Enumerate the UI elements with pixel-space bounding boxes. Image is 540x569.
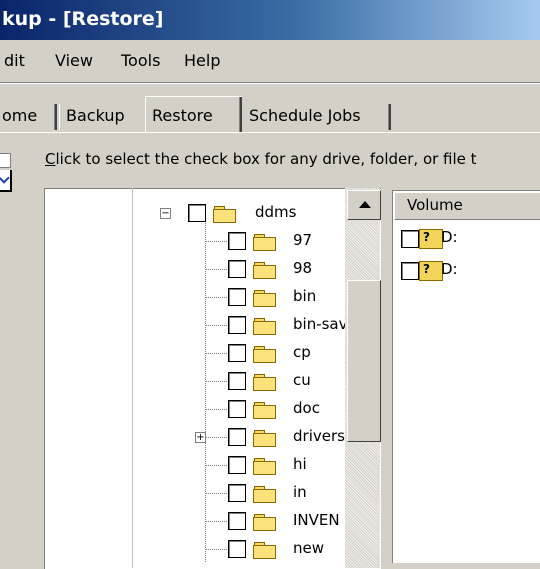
tree-item-checkbox[interactable] [228, 372, 246, 390]
tree-item-checkbox[interactable] [228, 288, 246, 306]
folder-icon [253, 542, 276, 559]
tree-item[interactable]: doc [205, 395, 345, 423]
tree-item-checkbox[interactable] [228, 512, 246, 530]
folder-icon [253, 346, 276, 363]
tree-item-checkbox[interactable] [228, 260, 246, 278]
tree-item-label: ddms [255, 203, 297, 221]
tree-rows: − ddms 97 98 bin bin-sav cp cu doc + dri… [0, 0, 345, 562]
tree-item-checkbox[interactable] [228, 232, 246, 250]
tree-guide [205, 437, 227, 438]
tree-item[interactable]: cp [205, 339, 345, 367]
folder-icon [253, 486, 276, 503]
tree-item[interactable]: bin-sav [205, 311, 345, 339]
folder-icon [253, 262, 276, 279]
tree-item[interactable]: cu [205, 367, 345, 395]
tree-item-label: doc [293, 399, 320, 417]
tree-item[interactable]: in [205, 479, 345, 507]
folder-icon [253, 290, 276, 307]
tree-guide [205, 241, 227, 242]
tree-item-checkbox[interactable] [228, 456, 246, 474]
tree-guide [205, 353, 227, 354]
tree-item-checkbox[interactable] [228, 428, 246, 446]
tree-item-checkbox[interactable] [188, 204, 206, 222]
tree-guide [205, 493, 227, 494]
tree-item-checkbox[interactable] [228, 344, 246, 362]
tree-item-checkbox[interactable] [228, 400, 246, 418]
tree-item-label: INVEN [293, 511, 340, 529]
tree-item[interactable]: new [205, 535, 345, 562]
tree-item-checkbox[interactable] [228, 484, 246, 502]
collapse-icon[interactable]: − [160, 208, 171, 219]
tree-item[interactable]: INVEN [205, 507, 345, 535]
tree-item[interactable]: hi [205, 451, 345, 479]
folder-icon [253, 374, 276, 391]
volume-checkbox[interactable] [401, 262, 419, 280]
tree-item-label: hi [293, 455, 307, 473]
tree-guide [205, 521, 227, 522]
tree-guide [205, 549, 227, 550]
volume-label: D: [441, 228, 458, 246]
tree-item-label: 98 [293, 259, 313, 277]
volume-checkbox[interactable] [401, 230, 419, 248]
folder-icon [253, 458, 276, 475]
drive-unknown-icon: ? [419, 261, 443, 281]
volume-header-label: Volume [407, 196, 463, 214]
tree-item-label: new [293, 539, 325, 557]
tree-guide [205, 381, 227, 382]
drive-unknown-icon: ? [419, 229, 443, 249]
tree-item[interactable]: + drivers [195, 423, 345, 451]
folder-icon [253, 402, 276, 419]
tree-item-checkbox[interactable] [228, 316, 246, 334]
tree-item-label: cu [293, 371, 311, 389]
folder-icon [253, 234, 276, 251]
volume-label: D: [441, 260, 458, 278]
volume-row[interactable]: ? D: [398, 258, 540, 282]
folder-icon [253, 514, 276, 531]
tree-item-label: bin [293, 287, 317, 305]
tree-guide [205, 269, 227, 270]
scroll-thumb[interactable] [347, 280, 381, 442]
folder-icon [253, 318, 276, 335]
scroll-up-button[interactable] [347, 190, 381, 220]
volume-column-header[interactable]: Volume [394, 192, 540, 220]
tab-divider [388, 104, 391, 130]
tree-guide [205, 465, 227, 466]
folder-open-icon [213, 206, 236, 223]
tree-item-label: cp [293, 343, 311, 361]
tree-item-label: bin-sav [293, 315, 345, 333]
tree-item[interactable]: 98 [205, 255, 345, 283]
volume-row[interactable]: ? D: [398, 226, 540, 250]
tree-item-label: drivers [293, 427, 345, 445]
tree-guide [205, 409, 227, 410]
tree-guide [205, 325, 227, 326]
tree-item[interactable]: 97 [205, 227, 345, 255]
folder-icon [253, 430, 276, 447]
tree-item[interactable]: bin [205, 283, 345, 311]
tree-item-label: 97 [293, 231, 313, 249]
tree-item-checkbox[interactable] [228, 540, 246, 558]
tree-guide [205, 297, 227, 298]
tree-item-label: in [293, 483, 307, 501]
tree-item-root[interactable]: − ddms [160, 199, 345, 227]
